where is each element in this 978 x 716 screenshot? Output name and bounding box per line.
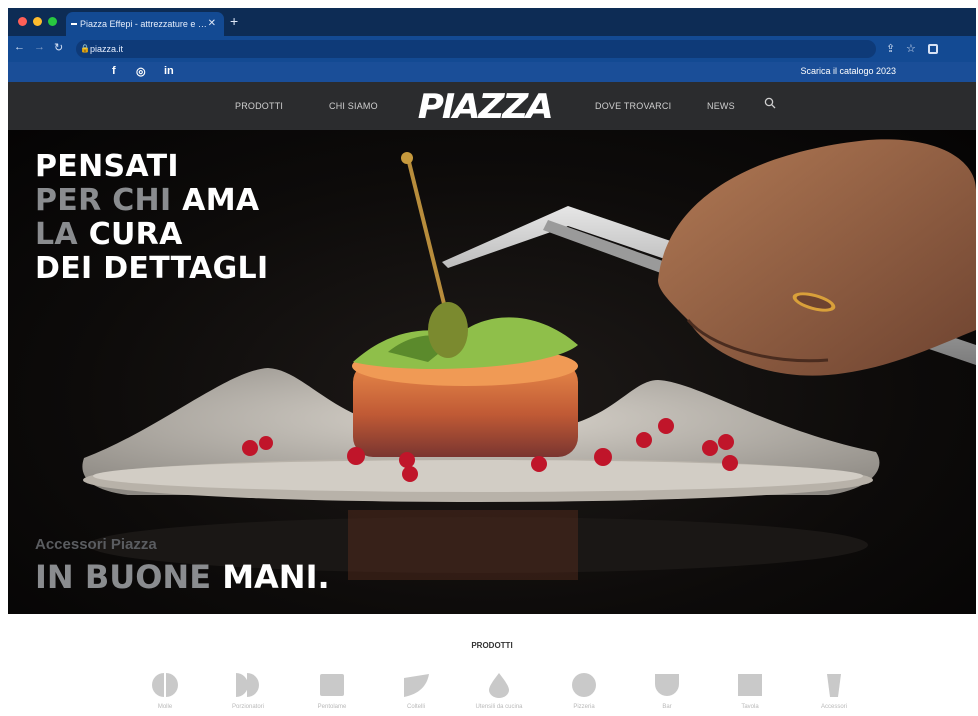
hero-headline-line-1: PENSATI <box>35 149 179 184</box>
category-bar[interactable]: Bar <box>637 672 697 710</box>
lock-icon: 🔒 <box>80 44 90 53</box>
close-window-button[interactable] <box>18 17 27 26</box>
table-square-icon <box>738 674 762 696</box>
share-icon[interactable]: ⇪ <box>886 42 895 55</box>
browser-tab-strip: Piazza Effepi - attrezzature e … ✕ + <box>8 8 976 36</box>
main-navigation: PRODOTTI CHI SIAMO PIAZZA DOVE TROVARCI … <box>8 82 976 130</box>
minimize-window-button[interactable] <box>33 17 42 26</box>
tongs-icon <box>152 673 178 697</box>
address-bar[interactable]: 🔒 piazza.it <box>76 40 876 58</box>
utensil-drop-icon <box>489 673 509 698</box>
category-accessori[interactable]: Accessori <box>804 672 864 710</box>
hero-tagline: IN BUONE MANI. <box>35 558 330 596</box>
bar-cup-icon <box>655 674 679 696</box>
category-coltelli[interactable]: Coltelli <box>386 672 446 710</box>
portioner-icon <box>236 673 259 697</box>
pot-icon <box>320 674 344 696</box>
instagram-icon[interactable]: ◎ <box>136 65 146 78</box>
category-porzionatori[interactable]: Porzionatori <box>218 672 278 710</box>
nav-link-dove-trovarci[interactable]: DOVE TROVARCI <box>595 101 671 111</box>
site-logo[interactable]: PIAZZA <box>418 87 554 127</box>
sidebar-panel-icon[interactable] <box>928 44 938 54</box>
category-pentolame[interactable]: Pentolame <box>302 672 362 710</box>
window-controls <box>18 17 57 26</box>
accessory-glass-icon <box>827 674 841 697</box>
new-tab-icon[interactable]: + <box>230 13 238 29</box>
category-molle[interactable]: Molle <box>135 672 195 710</box>
nav-link-prodotti[interactable]: PRODOTTI <box>235 101 283 111</box>
site-top-bar: f ◎ in Scarica il catalogo 2023 <box>8 62 976 82</box>
hero-banner: PENSATI PER CHI AMA LA CURA DEI DETTAGLI… <box>8 130 976 614</box>
bookmark-star-icon[interactable]: ☆ <box>906 42 916 55</box>
product-category-list: Molle Porzionatori Pentolame Coltelli Ut… <box>8 672 976 712</box>
facebook-icon[interactable]: f <box>112 65 116 77</box>
tab-title: Piazza Effepi - attrezzature e … <box>80 19 207 29</box>
search-icon[interactable] <box>764 97 776 109</box>
products-section: PRODOTTI Molle Porzionatori Pentolame Co… <box>8 614 976 716</box>
linkedin-icon[interactable]: in <box>164 65 174 77</box>
close-tab-icon[interactable]: ✕ <box>208 12 216 36</box>
hero-headline-line-3: LA CURA <box>35 217 183 252</box>
browser-toolbar: ← → ↻ 🔒 piazza.it ⇪ ☆ <box>8 36 976 62</box>
hero-headline-line-2: PER CHI AMA <box>35 183 260 218</box>
nav-link-chi-siamo[interactable]: CHI SIAMO <box>329 101 378 111</box>
products-title: PRODOTTI <box>471 641 513 650</box>
hero-subtitle: Accessori Piazza <box>35 536 157 553</box>
url-text: piazza.it <box>90 44 124 54</box>
browser-tab[interactable]: Piazza Effepi - attrezzature e … ✕ <box>66 12 224 36</box>
maximize-window-button[interactable] <box>48 17 57 26</box>
reload-icon[interactable]: ↻ <box>54 41 63 54</box>
pizza-circle-icon <box>572 673 596 697</box>
forward-arrow-icon[interactable]: → <box>34 41 45 53</box>
category-tavola[interactable]: Tavola <box>720 672 780 710</box>
category-utensili-da-cucina[interactable]: Utensili da cucina <box>469 672 529 710</box>
hero-headline-line-4: DEI DETTAGLI <box>35 251 269 286</box>
browser-window: Piazza Effepi - attrezzature e … ✕ + ← →… <box>8 8 976 716</box>
catalog-download-link[interactable]: Scarica il catalogo 2023 <box>800 66 896 76</box>
category-pizzeria[interactable]: Pizzeria <box>554 672 614 710</box>
favicon-icon <box>71 23 77 25</box>
nav-link-news[interactable]: NEWS <box>707 101 735 111</box>
back-arrow-icon[interactable]: ← <box>14 41 25 53</box>
knife-icon <box>404 674 429 697</box>
